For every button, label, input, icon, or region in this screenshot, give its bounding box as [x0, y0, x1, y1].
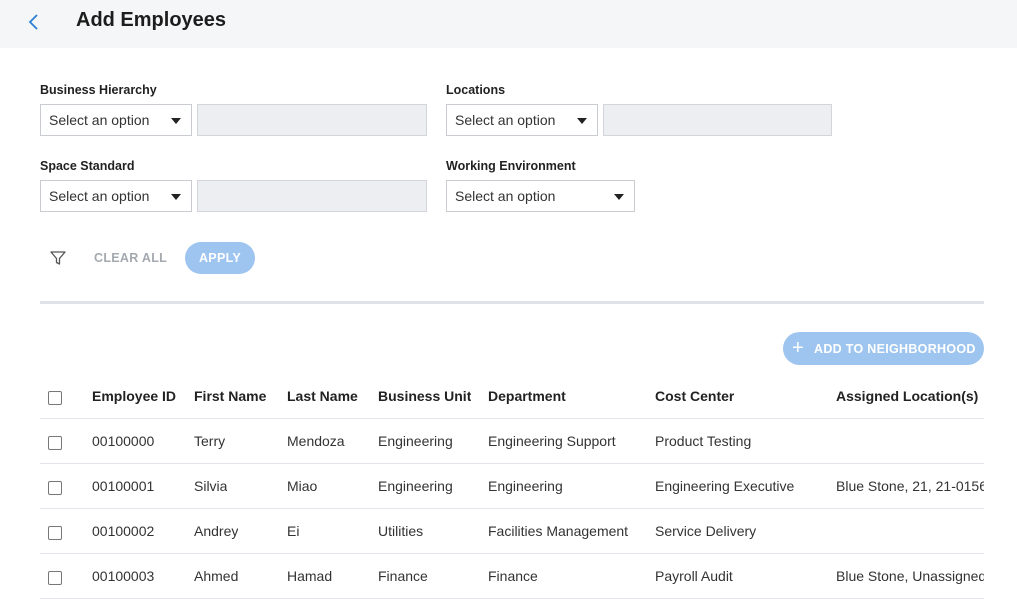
page-header: Add Employees	[0, 0, 1017, 48]
column-header-business-unit[interactable]: Business Unit	[378, 374, 471, 418]
first-name-cell: Ahmed	[194, 568, 239, 584]
business-unit-cell: Engineering	[378, 433, 453, 449]
locations-select[interactable]: Select an option	[446, 104, 598, 136]
business-hierarchy-select[interactable]: Select an option	[40, 104, 192, 136]
business-unit-cell: Engineering	[378, 478, 453, 494]
business-unit-cell: Utilities	[378, 523, 424, 539]
table-header-row: Employee ID First Name Last Name Busines…	[40, 374, 984, 419]
table-row[interactable]: 00100001 Silvia Miao Engineering Enginee…	[40, 464, 984, 509]
employees-table: Employee ID First Name Last Name Busines…	[40, 374, 984, 600]
space-standard-select[interactable]: Select an option	[40, 180, 192, 212]
select-all-checkbox[interactable]	[48, 391, 62, 405]
working-environment-select-value: Select an option	[455, 188, 556, 204]
apply-button[interactable]: APPLY	[185, 242, 255, 274]
cost-center-cell: Engineering Executive	[655, 478, 795, 494]
add-to-neighborhood-label: ADD TO NEIGHBORHOOD	[814, 342, 976, 356]
add-to-neighborhood-button[interactable]: + ADD TO NEIGHBORHOOD	[783, 332, 984, 365]
table-row[interactable]: 00100002 Andrey Ei Utilities Facilities …	[40, 509, 984, 554]
column-header-department[interactable]: Department	[488, 374, 566, 418]
first-name-cell: Silvia	[194, 478, 228, 494]
department-cell: Engineering	[488, 478, 563, 494]
employee-id-cell: 00100003	[92, 568, 155, 584]
cost-center-cell: Service Delivery	[655, 523, 757, 539]
caret-down-icon	[614, 194, 624, 200]
business-hierarchy-label: Business Hierarchy	[40, 83, 157, 97]
assigned-locations-cell: Blue Stone, Unassigned	[836, 568, 984, 584]
column-header-assigned-locations[interactable]: Assigned Location(s)	[836, 374, 984, 418]
working-environment-select[interactable]: Select an option	[446, 180, 635, 212]
last-name-cell: Mendoza	[287, 433, 345, 449]
employee-id-cell: 00100001	[92, 478, 155, 494]
last-name-cell: Miao	[287, 478, 318, 494]
cost-center-cell: Product Testing	[655, 433, 752, 449]
row-checkbox[interactable]	[48, 481, 62, 495]
department-cell: Finance	[488, 568, 538, 584]
filter-icon[interactable]	[49, 249, 67, 267]
space-standard-label: Space Standard	[40, 159, 135, 173]
table-row[interactable]: 00100000 Terry Mendoza Engineering Engin…	[40, 419, 984, 464]
row-checkbox[interactable]	[48, 436, 62, 450]
business-unit-cell: Finance	[378, 568, 428, 584]
assigned-locations-cell: Blue Stone, 21, 21-0156	[836, 478, 984, 494]
first-name-cell: Andrey	[194, 523, 239, 539]
row-checkbox[interactable]	[48, 571, 62, 585]
employee-id-cell: 00100002	[92, 523, 155, 539]
business-hierarchy-input[interactable]	[197, 104, 427, 136]
space-standard-input[interactable]	[197, 180, 427, 212]
column-header-first-name[interactable]: First Name	[194, 374, 266, 418]
locations-select-value: Select an option	[455, 112, 556, 128]
space-standard-select-value: Select an option	[49, 188, 150, 204]
first-name-cell: Terry	[194, 433, 226, 449]
chevron-left-icon[interactable]	[26, 12, 42, 32]
cost-center-cell: Payroll Audit	[655, 568, 733, 584]
locations-input[interactable]	[603, 104, 832, 136]
last-name-cell: Hamad	[287, 568, 333, 584]
employee-id-cell: 00100000	[92, 433, 155, 449]
row-checkbox[interactable]	[48, 526, 62, 540]
caret-down-icon	[171, 194, 181, 200]
table-row[interactable]: 00100003 Ahmed Hamad Finance Finance Pay…	[40, 554, 984, 599]
column-header-cost-center[interactable]: Cost Center	[655, 374, 734, 418]
page-title: Add Employees	[76, 9, 227, 31]
working-environment-label: Working Environment	[446, 159, 576, 173]
assigned-locations-cell	[836, 419, 984, 463]
department-cell: Engineering Support	[488, 433, 616, 449]
column-header-last-name[interactable]: Last Name	[287, 374, 358, 418]
assigned-locations-cell	[836, 509, 984, 553]
column-header-employee-id[interactable]: Employee ID	[92, 374, 176, 418]
caret-down-icon	[171, 118, 181, 124]
section-divider	[40, 301, 984, 304]
last-name-cell: Ei	[287, 523, 300, 539]
caret-down-icon	[577, 118, 587, 124]
locations-label: Locations	[446, 83, 506, 97]
clear-all-button[interactable]: CLEAR ALL	[94, 251, 167, 265]
plus-icon: +	[792, 337, 804, 359]
business-hierarchy-select-value: Select an option	[49, 112, 150, 128]
department-cell: Facilities Management	[488, 523, 629, 539]
